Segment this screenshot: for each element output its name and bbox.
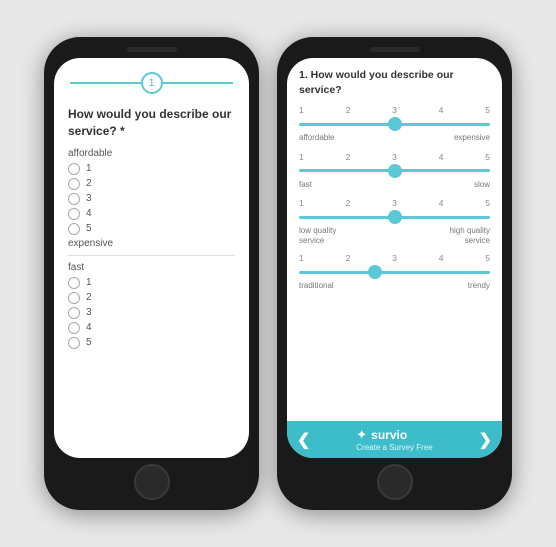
scale-label-expensive: expensive [68,238,235,249]
survio-brand-name: survio [371,428,407,442]
radio-label-4: 4 [86,208,92,219]
radio-option[interactable]: 2 [68,292,235,304]
survio-logo: ✦ survio [356,427,432,443]
progress-bar: 1 [54,58,249,102]
radio-circle-3[interactable] [68,193,80,205]
radio-label-2: 2 [86,178,92,189]
right-content: 1. How would you describe our service? 1… [287,58,502,458]
bottom-bar: ❮ ✦ survio Create a Survey Free ❯ [287,421,502,458]
radio-label-1: 1 [86,163,92,174]
slider-left-label-4: traditional [299,281,334,291]
radio-circle-5[interactable] [68,223,80,235]
left-body: How would you describe our service? * af… [54,102,249,458]
radio-label-f3: 3 [86,307,92,318]
progress-step: 1 [148,77,154,89]
right-question-title: 1. How would you describe our service? [299,68,490,97]
radio-label-f2: 2 [86,292,92,303]
slider-block-3: 1 2 3 4 5 low qualityservice [299,198,490,245]
radio-circle-f3[interactable] [68,307,80,319]
left-content: 1 How would you describe our service? * … [54,58,249,458]
slider-track-4 [299,271,490,274]
slider-track-3 [299,216,490,219]
slider-right-label-2: slow [474,180,490,190]
radio-option[interactable]: 3 [68,193,235,205]
slider-thumb-2[interactable] [388,164,402,178]
right-body: 1. How would you describe our service? 1… [287,58,502,421]
left-phone-screen: 1 How would you describe our service? * … [54,58,249,458]
scale-label-fast: fast [68,262,235,273]
right-phone: 1. How would you describe our service? 1… [277,37,512,510]
slider-track-wrap-3[interactable] [299,210,490,224]
radio-circle-f5[interactable] [68,337,80,349]
divider [68,255,235,256]
slider-left-label-3: low qualityservice [299,226,336,245]
left-speaker [127,47,177,52]
slider-block-4: 1 2 3 4 5 traditional [299,253,490,291]
slider-track-wrap-4[interactable] [299,265,490,279]
radio-label-f4: 4 [86,322,92,333]
slider-right-label-3: high qualityservice [450,226,490,245]
radio-circle-f1[interactable] [68,277,80,289]
radio-circle-2[interactable] [68,178,80,190]
next-arrow[interactable]: ❯ [479,430,492,450]
slider-thumb-1[interactable] [388,117,402,131]
slider-track-wrap-2[interactable] [299,164,490,178]
radio-option[interactable]: 5 [68,223,235,235]
radio-circle-4[interactable] [68,208,80,220]
slider-block-2: 1 2 3 4 5 fast sl [299,152,490,190]
slider-right-label-4: trendy [468,281,490,291]
survio-icon: ✦ [356,427,367,443]
slider-left-label-1: affordable [299,133,334,143]
right-home-button[interactable] [377,464,413,500]
slider-end-labels-4: traditional trendy [299,281,490,291]
slider-track-wrap-1[interactable] [299,117,490,131]
radio-option[interactable]: 4 [68,322,235,334]
radio-label-f1: 1 [86,277,92,288]
right-speaker [370,47,420,52]
progress-circle: 1 [141,72,163,94]
slider-numbers-3: 1 2 3 4 5 [299,198,490,208]
left-home-button[interactable] [134,464,170,500]
left-phone: 1 How would you describe our service? * … [44,37,259,510]
radio-circle-f2[interactable] [68,292,80,304]
slider-track-1 [299,123,490,126]
slider-left-label-2: fast [299,180,312,190]
progress-line-left [70,82,141,84]
scene: 1 How would you describe our service? * … [44,37,512,510]
progress-line-right [163,82,234,84]
slider-block-1: 1 2 3 4 5 affordable [299,105,490,143]
right-phone-screen: 1. How would you describe our service? 1… [287,58,502,458]
brand-center: ✦ survio Create a Survey Free [356,427,432,452]
slider-end-labels-1: affordable expensive [299,133,490,143]
scale-label-affordable: affordable [68,148,235,159]
slider-right-label-1: expensive [454,133,490,143]
radio-circle-f4[interactable] [68,322,80,334]
slider-numbers-4: 1 2 3 4 5 [299,253,490,263]
survio-brand-sub: Create a Survey Free [356,443,432,452]
radio-option[interactable]: 1 [68,277,235,289]
slider-numbers-2: 1 2 3 4 5 [299,152,490,162]
radio-label-f5: 5 [86,337,92,348]
radio-circle-1[interactable] [68,163,80,175]
radio-label-3: 3 [86,193,92,204]
slider-end-labels-2: fast slow [299,180,490,190]
slider-thumb-3[interactable] [388,210,402,224]
radio-option[interactable]: 1 [68,163,235,175]
left-question-title: How would you describe our service? * [68,106,235,140]
radio-label-5: 5 [86,223,92,234]
slider-thumb-4[interactable] [368,265,382,279]
radio-option[interactable]: 3 [68,307,235,319]
radio-option[interactable]: 4 [68,208,235,220]
radio-option[interactable]: 2 [68,178,235,190]
radio-option[interactable]: 5 [68,337,235,349]
slider-numbers-1: 1 2 3 4 5 [299,105,490,115]
slider-track-2 [299,169,490,172]
slider-end-labels-3: low qualityservice high qualityservice [299,226,490,245]
prev-arrow[interactable]: ❮ [297,430,310,450]
